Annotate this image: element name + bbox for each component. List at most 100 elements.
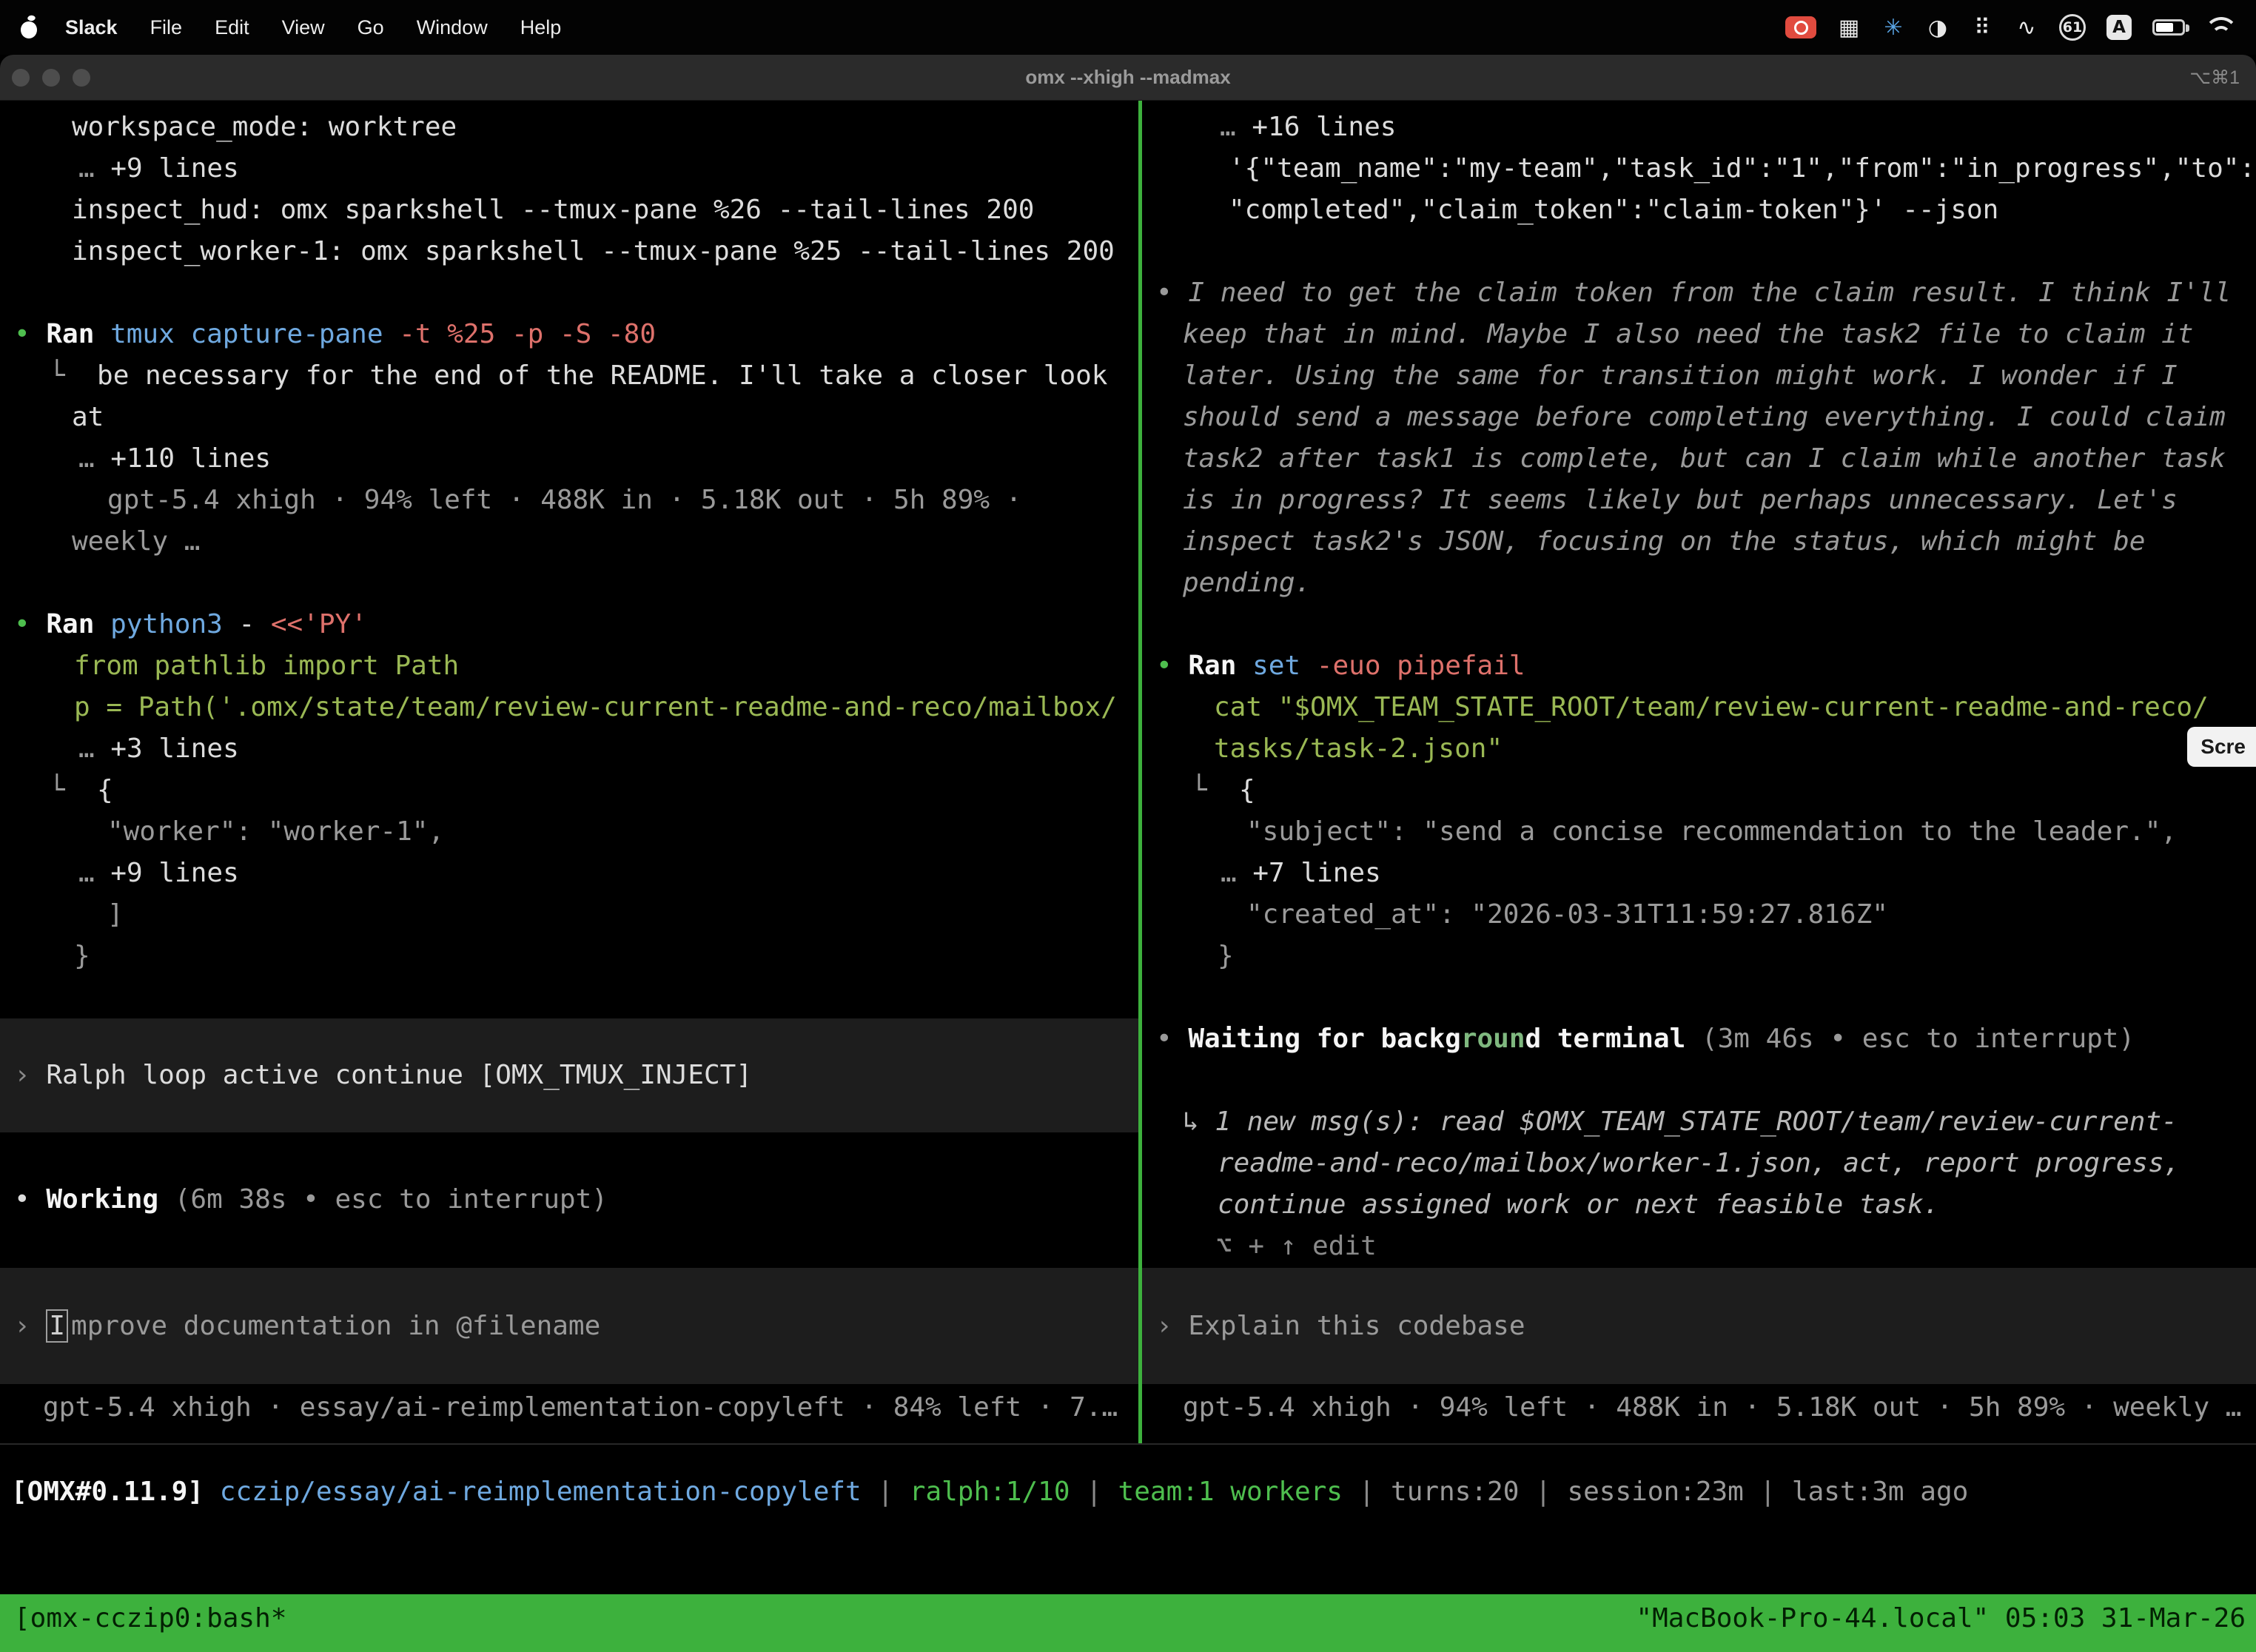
- terminal-line: [1142, 231, 2256, 272]
- terminal-text: tmux capture-pane: [110, 319, 383, 349]
- wifi-icon[interactable]: [2206, 16, 2237, 39]
- terminal-line: • I need to get the claim token from the…: [1142, 272, 2256, 314]
- menu-bar-left: Slack File Edit View Go Window Help: [19, 16, 594, 39]
- menu-help[interactable]: Help: [520, 16, 562, 38]
- terminal-line: inspect_hud: omx sparkshell --tmux-pane …: [0, 189, 1138, 231]
- terminal-text: Ran: [46, 609, 94, 639]
- terminal-text: 1 new msg(s): read $OMX_TEAM_STATE_ROOT/…: [1215, 1107, 2177, 1137]
- left-terminal-pane[interactable]: workspace_mode: worktree… +9 linesinspec…: [0, 101, 1138, 1443]
- terminal-text: |: [1343, 1477, 1391, 1507]
- prompt-improve-docs[interactable]: › Improve documentation in @filename: [0, 1268, 1138, 1384]
- screenshot-tooltip[interactable]: Scre: [2187, 727, 2256, 767]
- prompt-ralph-loop[interactable]: › Ralph loop active continue [OMX_TMUX_I…: [0, 1018, 1138, 1132]
- terminal-text: └: [49, 360, 97, 391]
- terminal-text: ›: [1156, 1311, 1188, 1341]
- menu-app-name[interactable]: Slack: [65, 16, 118, 39]
- terminal-line: • Ran python3 - <<'PY': [0, 604, 1138, 645]
- terminal-text: |: [1519, 1477, 1567, 1507]
- dots-grid-icon[interactable]: ⠿: [1970, 13, 1994, 42]
- terminal-line: … +110 lines: [0, 438, 1138, 480]
- menu-file[interactable]: File: [150, 16, 183, 38]
- terminal-line: › Ralph loop active continue [OMX_TMUX_I…: [0, 1055, 1138, 1096]
- terminal-text: •: [1156, 278, 1188, 308]
- terminal-text: ↳: [1183, 1107, 1215, 1137]
- terminal-text: |: [1744, 1477, 1792, 1507]
- terminal-text: [94, 609, 110, 639]
- terminal-text: Ran: [1188, 651, 1236, 681]
- menu-window[interactable]: Window: [417, 16, 488, 38]
- title-bar[interactable]: omx --xhigh --madmax ⌥⌘1: [0, 55, 2256, 101]
- terminal-line: └ {: [0, 770, 1138, 811]
- terminal-line: [0, 272, 1138, 314]
- terminal-text: [OMX#0.11.9]: [11, 1477, 204, 1507]
- terminal-text: keep that in mind. Maybe I also need the…: [1183, 319, 2193, 349]
- window-title: omx --xhigh --madmax: [0, 66, 2256, 89]
- battery-icon[interactable]: [2152, 13, 2185, 42]
- terminal-window: omx --xhigh --madmax ⌥⌘1 workspace_mode:…: [0, 55, 2256, 1652]
- terminal-text: is in progress? It seems likely but perh…: [1183, 485, 2178, 515]
- terminal-text: "created_at": "2026-03-31T11:59:27.816Z": [1246, 899, 1888, 930]
- terminal-line: ↳ 1 new msg(s): read $OMX_TEAM_STATE_ROO…: [1142, 1101, 2256, 1143]
- terminal-line: └ {: [1142, 770, 2256, 811]
- spark-icon[interactable]: ✳: [1881, 13, 1905, 42]
- input-source-icon[interactable]: A: [2106, 15, 2132, 40]
- terminal-text: continue assigned work or next feasible …: [1218, 1189, 1939, 1220]
- terminal-line: "subject": "send a concise recommendatio…: [1142, 811, 2256, 853]
- terminal-text: …: [78, 733, 110, 764]
- terminal-text: workspace_mode: worktree: [72, 112, 457, 142]
- terminal-text: pending.: [1183, 568, 1311, 598]
- right-terminal-pane[interactable]: … +16 lines '{"team_name":"my-team","task…: [1142, 101, 2256, 1443]
- terminal-text: turns:20: [1391, 1477, 1519, 1507]
- hook-icon[interactable]: ∿: [2015, 13, 2038, 42]
- terminal-line: is in progress? It seems likely but perh…: [1142, 480, 2256, 521]
- tmux-host-time: "MacBook-Pro-44.local" 05:03 31-Mar-26: [1636, 1603, 2246, 1633]
- terminal-line: [0, 977, 1138, 1018]
- menu-bar: Slack File Edit View Go Window Help ▦ ✳ ◑ ⠿ ∿ 61 A: [0, 0, 2256, 55]
- prompt-explain-codebase[interactable]: › Explain this codebase: [1142, 1268, 2256, 1384]
- terminal-text: •: [14, 609, 46, 639]
- terminal-line: "worker": "worker-1",: [0, 811, 1138, 853]
- terminal-text: gpt-5.4 xhigh · 94% left · 488K in · 5.1…: [107, 485, 1021, 515]
- terminal-text: └: [1191, 775, 1239, 805]
- menu-view[interactable]: View: [282, 16, 325, 38]
- grid-icon[interactable]: ▦: [1837, 13, 1861, 42]
- terminal-text: ]: [107, 899, 124, 930]
- menu-bar-status-icons: ▦ ✳ ◑ ⠿ ∿ 61 A: [1785, 13, 2237, 42]
- terminal-line: › Improve documentation in @filename: [0, 1306, 1138, 1347]
- contrast-icon[interactable]: ◑: [1926, 13, 1950, 42]
- apple-menu-icon[interactable]: [19, 16, 38, 38]
- terminal-text: '{"team_name":"my-team","task_id":"1","f…: [1229, 153, 2255, 184]
- terminal-text: later. Using the same for transition mig…: [1183, 360, 2178, 391]
- terminal-text: +16 lines: [1252, 112, 1396, 142]
- terminal-text: be necessary for the end of the README. …: [97, 360, 1107, 391]
- terminal-text: team:1 workers: [1118, 1477, 1343, 1507]
- terminal-text: +3 lines: [110, 733, 238, 764]
- terminal-text: …: [1221, 858, 1252, 888]
- terminal-line: should send a message before completing …: [1142, 397, 2256, 438]
- terminal-text: mprove documentation in @filename: [71, 1311, 600, 1341]
- menu-go[interactable]: Go: [357, 16, 384, 38]
- terminal-line: … +9 lines: [0, 853, 1138, 894]
- terminal-line: › Explain this codebase: [1142, 1306, 2256, 1347]
- terminal-text: [94, 319, 110, 349]
- terminal-text: Ran: [46, 319, 94, 349]
- terminal-line: … +9 lines: [0, 148, 1138, 189]
- terminal-line: gpt-5.4 xhigh · essay/ai-reimplementatio…: [0, 1387, 1138, 1428]
- terminal-line: • Ran tmux capture-pane -t %25 -p -S -80: [0, 314, 1138, 355]
- terminal-text: [383, 319, 400, 349]
- terminal-text: from pathlib import Path: [74, 651, 459, 681]
- terminal-text: task2 after task1 is complete, but can I…: [1183, 443, 2226, 474]
- terminal-text: Waiting for backg: [1188, 1024, 1460, 1054]
- terminal-text: cat "$OMX_TEAM_STATE_ROOT/team/review-cu…: [1214, 692, 2209, 722]
- screen-recording-icon[interactable]: [1785, 16, 1816, 38]
- screen: Slack FileEditViewGoWindowHelp ▦✳◑⠿∿61A …: [0, 0, 2256, 1652]
- terminal-text: -t %25 -p -S -80: [399, 319, 656, 349]
- terminal-text: session:23m: [1567, 1477, 1743, 1507]
- terminal-text: gpt-5.4 xhigh · essay/ai-reimplementatio…: [43, 1392, 1118, 1423]
- terminal-text: p = Path('.omx/state/team/review-current…: [74, 692, 1117, 722]
- terminal-text: {: [1239, 775, 1255, 805]
- badge-61-icon[interactable]: 61: [2059, 14, 2086, 41]
- terminal-line: └ be necessary for the end of the README…: [0, 355, 1138, 397]
- menu-edit[interactable]: Edit: [215, 16, 249, 38]
- terminal-text: Ralph loop active continue [OMX_TMUX_INJ…: [46, 1060, 752, 1090]
